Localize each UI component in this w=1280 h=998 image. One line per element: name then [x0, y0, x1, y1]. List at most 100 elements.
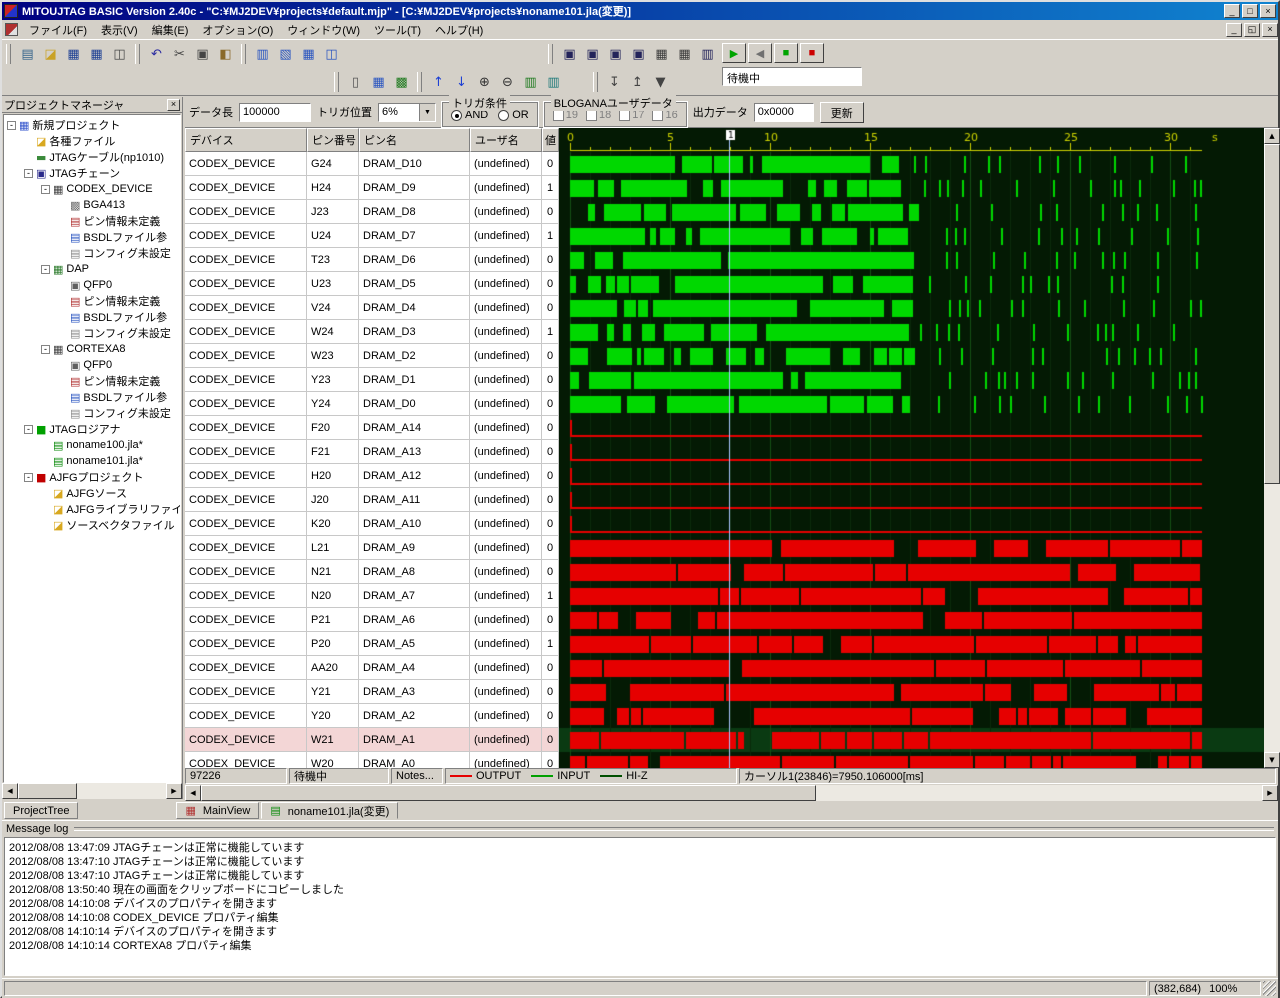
- tree-item[interactable]: ▤ コンフィグ未設定: [4, 325, 180, 341]
- tree-item[interactable]: ▬ JTAGケーブル(np1010): [4, 149, 180, 165]
- scrollbar-track[interactable]: [201, 785, 1262, 801]
- waveform-canvas[interactable]: [559, 128, 1264, 768]
- copy-icon[interactable]: ▣: [191, 43, 214, 66]
- tree-item[interactable]: ▣ QFP0: [4, 357, 180, 373]
- scrollbar-track[interactable]: [18, 783, 166, 799]
- column-header[interactable]: ピン名: [359, 128, 470, 152]
- signal-row[interactable]: CODEX_DEVICE V24 DRAM_D4 (undefined) 0: [185, 296, 559, 320]
- tree-expander[interactable]: -: [41, 345, 50, 354]
- capture-upload-icon[interactable]: ↥: [626, 71, 649, 94]
- capture-download-icon[interactable]: ↧: [603, 71, 626, 94]
- tile-windows-icon[interactable]: ▥: [251, 43, 274, 66]
- notes-button[interactable]: Notes...: [391, 768, 443, 784]
- signal-row[interactable]: CODEX_DEVICE J20 DRAM_A11 (undefined) 0: [185, 488, 559, 512]
- move-down-icon[interactable]: ↓: [450, 71, 473, 94]
- signal-row[interactable]: CODEX_DEVICE K20 DRAM_A10 (undefined) 0: [185, 512, 559, 536]
- step-button[interactable]: ◀: [748, 43, 772, 63]
- tree-item[interactable]: - ■ JTAGロジアナ: [4, 421, 180, 437]
- signal-row[interactable]: CODEX_DEVICE Y24 DRAM_D0 (undefined) 0: [185, 392, 559, 416]
- trigger-and-radio[interactable]: AND: [451, 109, 488, 121]
- schedule-icon[interactable]: ▦: [297, 43, 320, 66]
- scroll-right-icon[interactable]: ▶: [166, 783, 182, 799]
- menu-item[interactable]: 表示(V): [94, 21, 145, 39]
- signal-row[interactable]: CODEX_DEVICE J23 DRAM_D8 (undefined) 0: [185, 200, 559, 224]
- tree-item[interactable]: - ▦ DAP: [4, 261, 180, 277]
- menu-item[interactable]: ヘルプ(H): [428, 21, 490, 39]
- jtag-idcode-icon[interactable]: ▣: [558, 43, 581, 66]
- tree-item[interactable]: ▤ noname100.jla*: [4, 437, 180, 453]
- tree-item[interactable]: - ▣ JTAGチェーン: [4, 165, 180, 181]
- tree-item[interactable]: ◪ AJFGソース: [4, 485, 180, 501]
- scrollbar-track[interactable]: [1264, 144, 1280, 752]
- column-header[interactable]: ピン番号: [307, 128, 359, 152]
- save-icon[interactable]: ▦: [62, 43, 85, 66]
- tree-item[interactable]: - ▦ 新規プロジェクト: [4, 117, 180, 133]
- undo-icon[interactable]: ↶: [145, 43, 168, 66]
- tree-item[interactable]: ▤ ピン情報未定義: [4, 293, 180, 309]
- scroll-up-icon[interactable]: ▲: [1264, 128, 1280, 144]
- signal-row[interactable]: CODEX_DEVICE W23 DRAM_D2 (undefined) 0: [185, 344, 559, 368]
- cascade-windows-icon[interactable]: ▧: [274, 43, 297, 66]
- tree-item[interactable]: ▤ BSDLファイル参: [4, 309, 180, 325]
- user-data-bit-checkbox[interactable]: 19: [553, 109, 578, 121]
- scroll-right-icon[interactable]: ▶: [1262, 785, 1278, 801]
- tree-item[interactable]: ▤ ピン情報未定義: [4, 373, 180, 389]
- signal-row[interactable]: CODEX_DEVICE U24 DRAM_D7 (undefined) 1: [185, 224, 559, 248]
- signal-row[interactable]: CODEX_DEVICE Y23 DRAM_D1 (undefined) 0: [185, 368, 559, 392]
- tree-item[interactable]: - ▦ CORTEXA8: [4, 341, 180, 357]
- tree-expander[interactable]: -: [24, 169, 33, 178]
- signal-row[interactable]: CODEX_DEVICE N21 DRAM_A8 (undefined) 0: [185, 560, 559, 584]
- wave-view2-icon[interactable]: ▥: [542, 71, 565, 94]
- wave-vscrollbar[interactable]: ▲ ▼: [1264, 128, 1280, 768]
- trigger-position-select[interactable]: 6% ▼: [378, 103, 436, 122]
- document-tab[interactable]: ▤ noname101.jla(変更): [261, 802, 398, 819]
- signal-row[interactable]: CODEX_DEVICE Y21 DRAM_A3 (undefined) 0: [185, 680, 559, 704]
- capture-stop-icon[interactable]: ▼: [649, 71, 672, 94]
- jtag-logic-icon[interactable]: ▥: [696, 43, 719, 66]
- signal-row[interactable]: CODEX_DEVICE T23 DRAM_D6 (undefined) 0: [185, 248, 559, 272]
- scrollbar-thumb[interactable]: [1264, 144, 1280, 484]
- print-icon[interactable]: ◫: [108, 43, 131, 66]
- tree-item[interactable]: ◪ AJFGライブラリファイ: [4, 501, 180, 517]
- scrollbar-thumb[interactable]: [18, 783, 77, 799]
- menu-item[interactable]: ファイル(F): [22, 21, 94, 39]
- signal-row[interactable]: CODEX_DEVICE W20 DRAM_A0 (undefined) 0: [185, 752, 559, 768]
- tree-item[interactable]: ▤ コンフィグ未設定: [4, 245, 180, 261]
- project-tree-hscrollbar[interactable]: ◀ ▶: [2, 783, 182, 799]
- waveform-area[interactable]: [559, 128, 1264, 768]
- tree-expander[interactable]: -: [24, 425, 33, 434]
- close-button[interactable]: ×: [1260, 4, 1276, 18]
- signal-row[interactable]: CODEX_DEVICE F21 DRAM_A13 (undefined) 0: [185, 440, 559, 464]
- menu-item[interactable]: 編集(E): [145, 21, 196, 39]
- jtag-bypass-icon[interactable]: ▣: [581, 43, 604, 66]
- tree-item[interactable]: ▤ コンフィグ未設定: [4, 405, 180, 421]
- net-check-icon[interactable]: ▩: [390, 71, 413, 94]
- move-up-icon[interactable]: ↑: [427, 71, 450, 94]
- signal-row[interactable]: CODEX_DEVICE AA20 DRAM_A4 (undefined) 0: [185, 656, 559, 680]
- signal-row[interactable]: CODEX_DEVICE P21 DRAM_A6 (undefined) 0: [185, 608, 559, 632]
- save-all-icon[interactable]: ▦: [85, 43, 108, 66]
- scroll-left-icon[interactable]: ◀: [185, 785, 201, 801]
- tree-item[interactable]: ◪ ソースベクタファイル: [4, 517, 180, 533]
- trigger-or-radio[interactable]: OR: [498, 109, 529, 121]
- column-header[interactable]: デバイス: [185, 128, 307, 152]
- document-tab[interactable]: ▦ MainView: [176, 802, 259, 819]
- user-data-bit-checkbox[interactable]: 18: [586, 109, 611, 121]
- wave-hscrollbar[interactable]: ◀ ▶: [185, 785, 1278, 801]
- tree-item[interactable]: ▤ BSDLファイル参: [4, 389, 180, 405]
- signal-row[interactable]: CODEX_DEVICE Y20 DRAM_A2 (undefined) 0: [185, 704, 559, 728]
- stop-button[interactable]: ■: [800, 43, 824, 63]
- zoom-in-icon[interactable]: ⊕: [473, 71, 496, 94]
- new-doc-icon[interactable]: ▯: [344, 71, 367, 94]
- signal-row[interactable]: CODEX_DEVICE W24 DRAM_D3 (undefined) 1: [185, 320, 559, 344]
- menu-item[interactable]: ウィンドウ(W): [280, 21, 367, 39]
- wave-view-icon[interactable]: ▥: [519, 71, 542, 94]
- signal-row[interactable]: CODEX_DEVICE H24 DRAM_D9 (undefined) 1: [185, 176, 559, 200]
- scrollbar-thumb[interactable]: [201, 785, 816, 801]
- scroll-left-icon[interactable]: ◀: [2, 783, 18, 799]
- scroll-down-icon[interactable]: ▼: [1264, 752, 1280, 768]
- chevron-down-icon[interactable]: ▼: [419, 104, 435, 121]
- output-data-input[interactable]: [754, 103, 814, 122]
- jtag-extest-icon[interactable]: ▣: [627, 43, 650, 66]
- tree-item[interactable]: - ▦ CODEX_DEVICE: [4, 181, 180, 197]
